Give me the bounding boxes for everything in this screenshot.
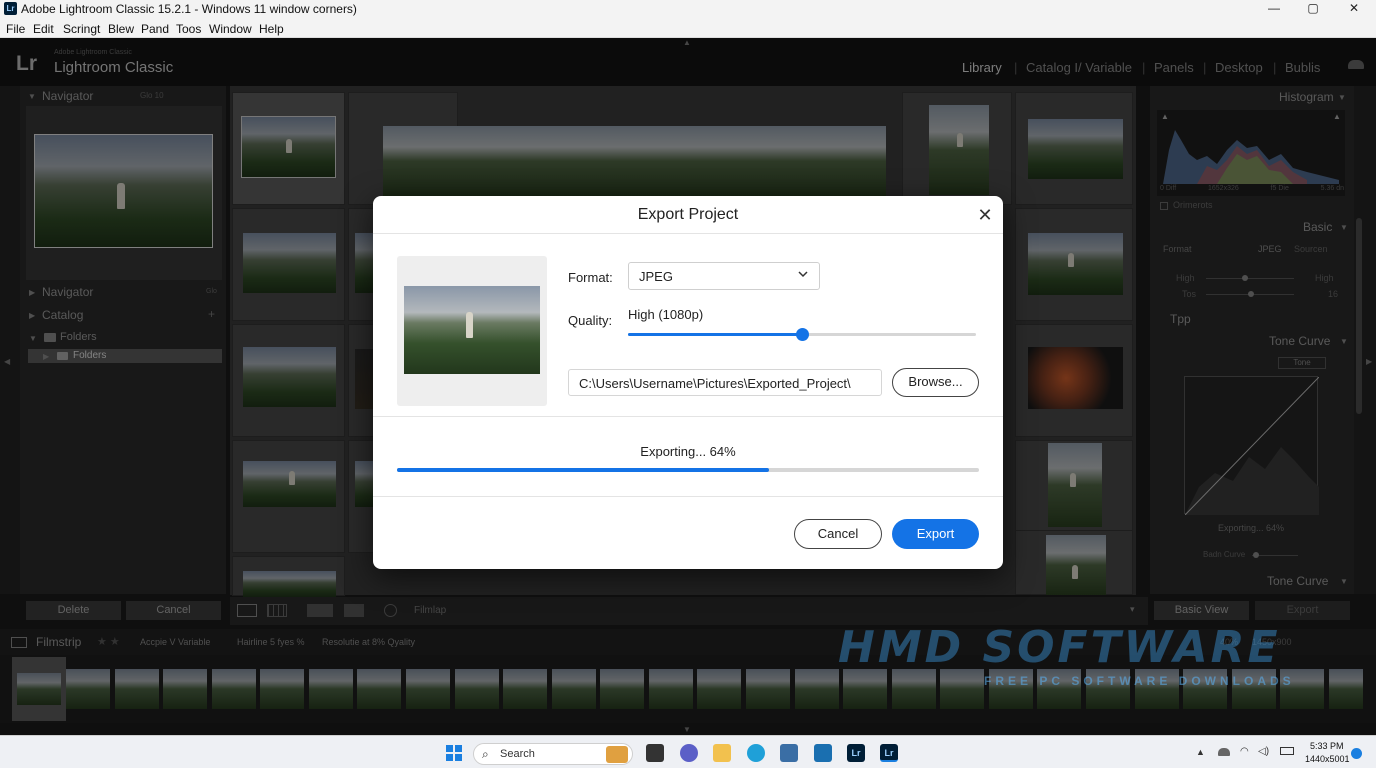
search-icon: ⌕ xyxy=(482,747,489,761)
lightroom-taskbar-icon[interactable]: Lr xyxy=(847,744,865,762)
export-progress-fill xyxy=(397,468,770,472)
volume-icon[interactable]: ◁) xyxy=(1258,746,1269,757)
window-title-bar: Lr Adobe Lightroom Classic 15.2.1 - Wind… xyxy=(0,0,1376,18)
chevron-down-icon xyxy=(797,268,809,283)
minimize-button[interactable]: — xyxy=(1252,0,1296,18)
export-button[interactable]: Export xyxy=(892,519,979,549)
store-icon[interactable] xyxy=(780,744,798,762)
menu-pand[interactable]: Pand xyxy=(141,22,169,36)
notification-icon[interactable] xyxy=(1351,748,1362,759)
divider xyxy=(373,416,1003,417)
maximize-button[interactable]: ▢ xyxy=(1291,0,1335,18)
format-dropdown-value: JPEG xyxy=(639,269,673,284)
menu-edit[interactable]: Edit xyxy=(33,22,54,36)
cancel-button[interactable]: Cancel xyxy=(794,519,882,549)
close-window-button[interactable]: ✕ xyxy=(1332,0,1376,18)
export-preview-image xyxy=(404,286,540,374)
quality-slider-thumb[interactable] xyxy=(796,328,809,341)
battery-icon[interactable] xyxy=(1280,747,1294,755)
file-explorer-icon[interactable] xyxy=(713,744,731,762)
divider xyxy=(373,496,1003,497)
menu-scringt[interactable]: Scringt xyxy=(63,22,100,36)
export-progress-bar xyxy=(397,468,979,472)
export-preview-frame xyxy=(397,256,547,406)
search-highlight-icon xyxy=(606,746,628,763)
format-label: Format: xyxy=(568,270,613,285)
divider xyxy=(373,233,1003,234)
menu-file[interactable]: File xyxy=(6,22,25,36)
menu-blew[interactable]: Blew xyxy=(108,22,134,36)
taskbar-date[interactable]: 1440x5001 xyxy=(1305,754,1350,764)
window-title: Adobe Lightroom Classic 15.2.1 - Windows… xyxy=(21,2,357,16)
photos-icon[interactable] xyxy=(814,744,832,762)
lightroom-classic-taskbar-icon[interactable]: Lr xyxy=(880,744,898,762)
format-dropdown[interactable]: JPEG xyxy=(628,262,820,290)
quality-label: Quality: xyxy=(568,313,613,328)
export-dialog: Export Project ✕ Format: JPEG Quality: H… xyxy=(373,196,1003,569)
chat-icon[interactable] xyxy=(680,744,698,762)
watermark-text: HMD SOFTWARE xyxy=(838,622,1281,673)
menu-window[interactable]: Window xyxy=(209,22,252,36)
dialog-close-icon[interactable]: ✕ xyxy=(973,204,997,228)
lightroom-app-icon: Lr xyxy=(4,2,17,15)
taskbar-search[interactable]: ⌕ Search xyxy=(473,743,633,765)
export-path-input[interactable]: C:\Users\Username\Pictures\Exported_Proj… xyxy=(568,369,882,396)
wifi-icon[interactable]: ◠ xyxy=(1240,746,1249,757)
edge-browser-icon[interactable] xyxy=(747,744,765,762)
menu-toos[interactable]: Toos xyxy=(176,22,201,36)
dialog-title: Export Project xyxy=(637,206,739,223)
menu-help[interactable]: Help xyxy=(259,22,284,36)
watermark-subtext: FREE PC SOFTWARE DOWNLOADS xyxy=(984,674,1295,688)
task-view-icon[interactable] xyxy=(646,744,664,762)
quality-value: High (1080p) xyxy=(628,307,704,322)
taskbar-time[interactable]: 5:33 PM xyxy=(1310,741,1344,751)
browse-button[interactable]: Browse... xyxy=(892,368,979,397)
export-progress-text: Exporting... 64% xyxy=(640,444,736,459)
show-hidden-icons-icon[interactable]: ▲ xyxy=(1196,747,1205,757)
onedrive-icon[interactable] xyxy=(1218,748,1230,756)
windows-start-icon[interactable] xyxy=(446,745,462,761)
taskbar-search-label: Search xyxy=(500,748,535,760)
quality-slider-fill xyxy=(628,333,802,336)
menu-bar: File Edit Scringt Blew Pand Toos Window … xyxy=(0,18,1376,38)
quality-slider[interactable] xyxy=(628,328,976,341)
